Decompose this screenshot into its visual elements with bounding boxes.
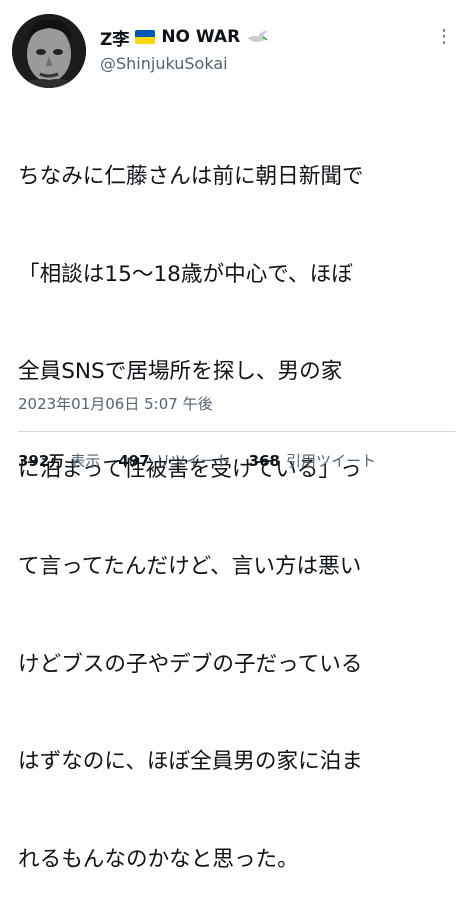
more-options-icon[interactable]: ⋮ (435, 28, 454, 46)
tweet-stats: 392万 表示 497 リツイート 368 引用ツイート (18, 450, 376, 471)
ukraine-flag-icon (135, 30, 156, 44)
tweet-line: 全員SNSで居場所を探し、男の家 (18, 359, 343, 384)
views-label: 表示 (70, 452, 101, 470)
tweet-text: ちなみに仁藤さんは前に朝日新聞で 「相談は15〜18歳が中心で、ほぼ 全員SNS… (18, 96, 458, 909)
tweet-line: て言ってたんだけど、言い方は悪い (18, 554, 362, 579)
quotes-count: 368 (248, 452, 280, 470)
retweets-label: リツイート (155, 452, 231, 470)
quotes-label: 引用ツイート (285, 452, 376, 470)
author-name-text: Z李 (100, 29, 130, 50)
avatar[interactable] (12, 14, 86, 88)
author-handle[interactable]: @ShinjukuSokai (100, 54, 228, 73)
divider (18, 431, 456, 432)
retweets-stat[interactable]: 497 リツイート (118, 450, 230, 471)
author-name[interactable]: Z李 NO WAR (100, 26, 270, 50)
quotes-stat[interactable]: 368 引用ツイート (249, 450, 376, 471)
dove-icon (246, 28, 270, 46)
tweet-line: ちなみに仁藤さんは前に朝日新聞で (18, 164, 364, 189)
views-stat[interactable]: 392万 表示 (18, 450, 100, 471)
author-name-suffix: NO WAR (161, 27, 241, 47)
tweet-line: れるもんなのかなと思った。 (18, 846, 299, 872)
tweet-line: はずなのに、ほぼ全員男の家に泊ま (18, 749, 363, 774)
avatar-image (12, 14, 86, 88)
tweet-line: けどブスの子やデブの子だっている (18, 651, 363, 677)
retweets-count: 497 (118, 452, 150, 470)
tweet-timestamp[interactable]: 2023年01月06日 5:07 午後 (18, 393, 213, 414)
tweet-line: 「相談は15〜18歳が中心で、ほぼ (18, 261, 353, 287)
views-count: 392万 (18, 452, 65, 470)
